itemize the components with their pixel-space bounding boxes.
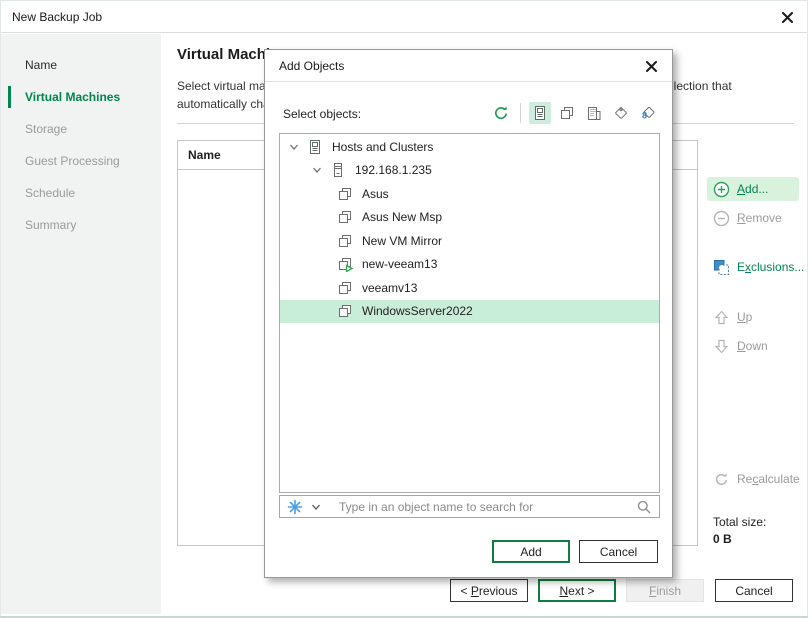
minus-circle-icon (713, 210, 730, 227)
dialog-title-bar: Add Objects (265, 50, 672, 82)
dialog-add-button[interactable]: Add (492, 540, 570, 563)
down-button: Down (707, 334, 774, 358)
refresh-icon[interactable] (490, 102, 512, 124)
select-objects-label: Select objects: (283, 107, 361, 121)
up-button: Up (707, 305, 758, 329)
dialog-close-icon[interactable] (643, 58, 659, 74)
datastores-view-icon[interactable] (583, 102, 605, 124)
tree-label: 192.168.1.235 (355, 163, 432, 177)
tree-label: Asus New Msp (362, 210, 442, 224)
remove-label: Remove (737, 211, 782, 225)
arrow-down-icon (713, 338, 730, 355)
sidebar-item-schedule[interactable]: Schedule (1, 177, 161, 209)
recalculate-label: Recalculate (737, 472, 800, 486)
search-icon[interactable] (636, 499, 652, 515)
tree-row-vm[interactable]: veeamv13 (280, 276, 659, 300)
add-objects-dialog: Add Objects Select objects: (264, 49, 673, 578)
exclusions-icon (713, 259, 730, 276)
exclusions-label: Exclusions... (737, 260, 804, 274)
add-button[interactable]: Add... (707, 177, 799, 201)
vm-icon (337, 303, 353, 319)
vm-running-icon (337, 256, 353, 272)
previous-button[interactable]: < Previous (450, 579, 528, 602)
cancel-button[interactable]: Cancel (715, 579, 793, 602)
vm-icon (337, 233, 353, 249)
tree-row-vm-selected[interactable]: WindowsServer2022 (280, 300, 659, 324)
chevron-down-icon[interactable] (286, 139, 302, 155)
sidebar-item-name[interactable]: Name (1, 49, 161, 81)
next-button[interactable]: Next > (538, 579, 616, 602)
sidebar-item-guest-processing[interactable]: Guest Processing (1, 145, 161, 177)
arrow-up-icon (713, 309, 730, 326)
tree-label: new-veeam13 (362, 257, 437, 271)
tree-row-vm[interactable]: New VM Mirror (280, 229, 659, 253)
view-toolbar: 8 (490, 100, 659, 126)
vms-templates-view-icon[interactable] (556, 102, 578, 124)
chevron-down-icon[interactable] (309, 162, 325, 178)
tree-label: Asus (362, 187, 389, 201)
new-backup-job-window: New Backup Job Name Virtual Machines Sto… (0, 0, 808, 618)
multi-tag-view-icon[interactable]: 8 (637, 102, 659, 124)
tree-row-host[interactable]: 192.168.1.235 (280, 159, 659, 183)
host-group-icon (307, 139, 323, 155)
tree-row-vm[interactable]: Asus (280, 182, 659, 206)
window-title: New Backup Job (12, 10, 102, 24)
tree-row-vm[interactable]: Asus New Msp (280, 206, 659, 230)
vm-icon (337, 186, 353, 202)
search-input[interactable] (339, 500, 636, 514)
toolbar-divider (520, 103, 521, 123)
up-label: Up (737, 310, 752, 324)
dialog-cancel-button[interactable]: Cancel (579, 540, 658, 563)
title-bar: New Backup Job (1, 1, 807, 33)
sidebar-item-storage[interactable]: Storage (1, 113, 161, 145)
tree-label: New VM Mirror (362, 234, 442, 248)
refresh-icon (713, 471, 730, 488)
object-tree: Hosts and Clusters 192.168.1.235 Asus As… (279, 133, 660, 493)
tree-row-hosts-and-clusters[interactable]: Hosts and Clusters (280, 135, 659, 159)
tag-view-icon[interactable] (610, 102, 632, 124)
sidebar-item-summary[interactable]: Summary (1, 209, 161, 241)
server-icon (330, 162, 346, 178)
hosts-view-icon[interactable] (529, 102, 551, 124)
tree-label: WindowsServer2022 (362, 304, 473, 318)
vm-icon (337, 280, 353, 296)
wildcard-star-icon (287, 499, 303, 515)
svg-text:8: 8 (642, 111, 647, 121)
chevron-down-icon[interactable] (310, 501, 322, 513)
sidebar-item-virtual-machines[interactable]: Virtual Machines (1, 81, 161, 113)
tree-row-vm-running[interactable]: new-veeam13 (280, 253, 659, 277)
total-size-value: 0 B (713, 532, 732, 546)
total-size-label: Total size: (713, 515, 766, 529)
add-label: Add... (737, 182, 768, 196)
recalculate-button: Recalculate (707, 467, 806, 491)
plus-circle-icon (713, 181, 730, 198)
tree-label: Hosts and Clusters (332, 140, 433, 154)
exclusions-button[interactable]: Exclusions... (707, 255, 808, 279)
dialog-title: Add Objects (279, 59, 344, 73)
down-label: Down (737, 339, 768, 353)
close-icon[interactable] (779, 9, 795, 25)
wizard-steps-sidebar: Name Virtual Machines Storage Guest Proc… (1, 34, 161, 614)
search-bar (279, 495, 660, 518)
remove-button: Remove (707, 206, 788, 230)
finish-button: Finish (626, 579, 704, 602)
vm-icon (337, 209, 353, 225)
tree-label: veeamv13 (362, 281, 417, 295)
